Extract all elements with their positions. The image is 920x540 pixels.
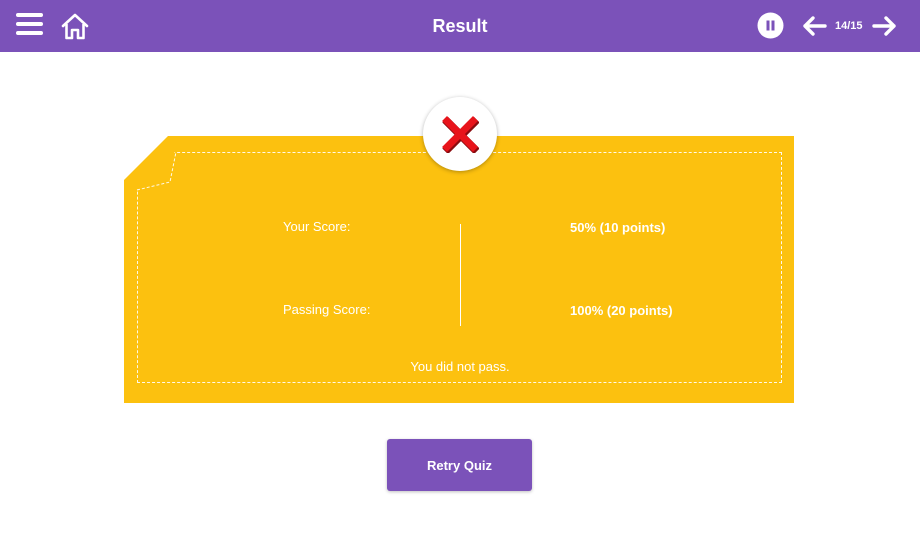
arrow-left-icon[interactable] [801, 15, 827, 37]
fail-x-icon [442, 116, 479, 153]
page-counter: 14/15 [835, 20, 863, 32]
passing-score-value: 100% (20 points) [570, 303, 673, 318]
arrow-right-icon[interactable] [872, 15, 898, 37]
hamburger-menu-icon[interactable] [16, 13, 44, 39]
pause-icon[interactable] [757, 12, 784, 39]
passing-score-label: Passing Score: [283, 302, 371, 317]
result-message: You did not pass. [410, 359, 510, 374]
home-icon[interactable] [60, 12, 90, 40]
your-score-value: 50% (10 points) [570, 220, 666, 235]
retry-quiz-button[interactable]: Retry Quiz [387, 439, 532, 491]
status-badge [423, 97, 497, 171]
your-score-label: Your Score: [283, 219, 351, 234]
top-bar: Result 14/15 [0, 0, 920, 52]
score-divider [460, 224, 461, 326]
